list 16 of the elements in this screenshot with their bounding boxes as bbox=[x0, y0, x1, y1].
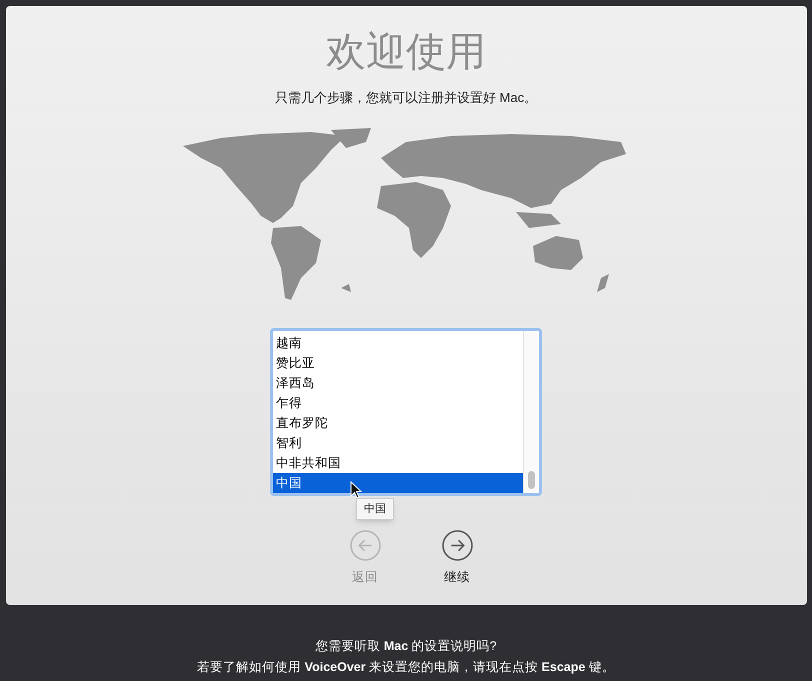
country-item[interactable]: 越南 bbox=[273, 332, 523, 352]
voiceover-instruction: 若要了解如何使用 VoiceOver 来设置您的电脑，请现在点按 Escape 键。 bbox=[197, 658, 615, 676]
subtitle: 只需几个步骤，您就可以注册并设置好 Mac。 bbox=[274, 89, 538, 107]
country-item[interactable]: 中非共和国 bbox=[273, 452, 523, 472]
scroll-thumb[interactable] bbox=[528, 470, 535, 488]
country-item[interactable]: 直布罗陀 bbox=[273, 412, 523, 432]
country-item[interactable]: 泽西岛 bbox=[273, 372, 523, 392]
country-item[interactable]: 中国 bbox=[273, 472, 523, 492]
scrollbar[interactable] bbox=[523, 330, 539, 492]
country-item[interactable]: 智利 bbox=[273, 432, 523, 452]
country-item[interactable]: 乍得 bbox=[273, 392, 523, 412]
country-item[interactable]: 赞比亚 bbox=[273, 352, 523, 372]
tooltip: 中国 bbox=[356, 498, 394, 520]
welcome-title: 欢迎使用 bbox=[326, 28, 486, 76]
voiceover-question: 您需要听取 Mac 的设置说明吗? bbox=[315, 638, 497, 655]
continue-button[interactable]: 继续 bbox=[434, 530, 480, 586]
